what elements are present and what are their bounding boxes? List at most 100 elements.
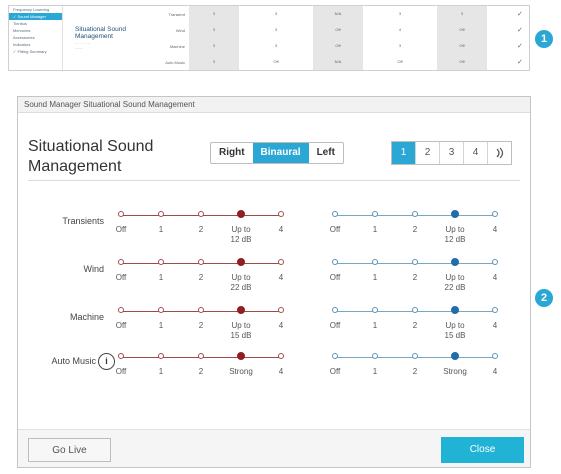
slider-stop: [412, 353, 418, 359]
overview-cell: 3: [398, 11, 402, 16]
slider-left-ear-machine[interactable]: Off 1 2 Up to 15 dB 4: [327, 306, 503, 347]
slider-left-ear-transients[interactable]: Off 1 2 Up to 12 dB 4: [327, 210, 503, 251]
overview-nav-item[interactable]: ✓ Sound Manager: [9, 13, 62, 20]
slider-tick-label: 1: [372, 321, 378, 330]
slider-tick-label: 4: [278, 273, 284, 282]
checkmark-icon[interactable]: ✓: [517, 42, 523, 50]
slider-thumb[interactable]: [237, 306, 245, 314]
slider-stop: [412, 307, 418, 313]
streaming-icon[interactable]: [488, 142, 511, 164]
overview-cell: Off: [313, 22, 363, 38]
slider-tick-label: Off: [115, 273, 127, 282]
checkmark-icon[interactable]: ✓: [517, 10, 523, 18]
overview-cell: Off: [437, 22, 487, 38]
step-badge-1: 1: [535, 30, 553, 48]
ear-option-left[interactable]: Left: [309, 143, 343, 163]
slider-tick-label: 1: [158, 321, 164, 330]
overview-cell: Off: [313, 38, 363, 54]
overview-nav-item[interactable]: Accessories: [9, 34, 62, 41]
slider-tick-label: Off: [115, 321, 127, 330]
slider-thumb[interactable]: [451, 352, 459, 360]
overview-nav-item[interactable]: Indicators: [9, 41, 62, 48]
slider-stop: [372, 211, 378, 217]
slider-stop: [198, 307, 204, 313]
program-tab-4[interactable]: 4: [464, 142, 488, 164]
slider-row-label: Wind: [83, 264, 104, 274]
overview-nav-item[interactable]: ✓ Fitting Summary: [9, 48, 62, 55]
overview-row-label: Machine: [169, 44, 185, 49]
overview-cell: N/A: [313, 54, 363, 70]
slider-stop: [118, 211, 124, 217]
slider-left-ear-auto-music[interactable]: Off 1 2 Strong 4: [327, 352, 503, 393]
checkmark-icon[interactable]: ✓: [517, 58, 523, 66]
slider-stop: [278, 353, 284, 359]
slider-tick-label: 2: [198, 273, 204, 282]
overview-cell: 3: [189, 22, 239, 38]
overview-grid: Transient 3 3 N/A 3 3 ✓ Wind 3 3 Off 4 Off ✓ Machine 3 3…: [153, 6, 529, 70]
slider-tick-label: 1: [372, 273, 378, 282]
slider-tick-label: 2: [412, 273, 418, 282]
overview-nav: Frequency Lowering ✓ Sound Manager Tinnitu…: [9, 6, 63, 70]
program-tab-1[interactable]: 1: [392, 142, 416, 164]
slider-tick-label: Up to 22 dB: [230, 273, 252, 292]
slider-stop: [158, 307, 164, 313]
slider-tick-label: 4: [278, 225, 284, 234]
slider-tick-label: 1: [158, 367, 164, 376]
slider-stop: [372, 259, 378, 265]
slider-row-label: Auto Music: [51, 356, 96, 366]
slider-thumb[interactable]: [237, 258, 245, 266]
overview-cell: 3: [274, 27, 278, 32]
page-title-line2: Management: [28, 158, 122, 175]
slider-tick-label: 1: [372, 367, 378, 376]
slider-tick-label: 2: [412, 225, 418, 234]
overview-nav-item[interactable]: Frequency Lowering: [9, 6, 62, 13]
overview-row: Auto Music 3 Off N/A Off Off ✓: [153, 54, 529, 70]
close-button[interactable]: Close: [441, 437, 524, 463]
ear-option-binaural[interactable]: Binaural: [252, 143, 309, 163]
slider-tick-label: 4: [278, 321, 284, 330]
slider-right-ear-auto-music[interactable]: Off 1 2 Strong 4: [113, 352, 289, 393]
slider-left-ear-wind[interactable]: Off 1 2 Up to 22 dB 4: [327, 258, 503, 299]
overview-nav-item[interactable]: Tinnitus: [9, 20, 62, 27]
program-tab-2[interactable]: 2: [416, 142, 440, 164]
slider-right-ear-machine[interactable]: Off 1 2 Up to 15 dB 4: [113, 306, 289, 347]
overview-section: Situational Sound Management ·· ·· ·· ··…: [75, 26, 155, 50]
overview-cell: 3: [274, 43, 278, 48]
slider-tick-label: 4: [492, 273, 498, 282]
slider-thumb[interactable]: [451, 210, 459, 218]
slider-stop: [158, 211, 164, 217]
slider-thumb[interactable]: [451, 306, 459, 314]
slider-thumb[interactable]: [237, 210, 245, 218]
slider-tick-label: Up to 15 dB: [444, 321, 466, 340]
overview-cell: 3: [189, 6, 239, 22]
overview-row-label: Auto Music: [165, 60, 185, 65]
slider-stop: [332, 211, 338, 217]
ear-option-right[interactable]: Right: [211, 143, 253, 163]
slider-tick-label: Off: [329, 273, 341, 282]
slider-row-machine: Machine Off 1 2 Up to 15 dB 4 Off 1 2 Up to 15 dB…: [18, 306, 532, 347]
overview-cell: N/A: [313, 6, 363, 22]
slider-thumb[interactable]: [451, 258, 459, 266]
overview-nav-item[interactable]: Memories: [9, 27, 62, 34]
slider-stop: [198, 211, 204, 217]
slider-right-ear-wind[interactable]: Off 1 2 Up to 22 dB 4: [113, 258, 289, 299]
slider-stop: [332, 259, 338, 265]
page-title-line1: Situational Sound: [28, 138, 154, 155]
slider-tick-label: 4: [492, 321, 498, 330]
slider-tick-label: Up to 12 dB: [230, 225, 252, 244]
slider-row-label: Transients: [62, 216, 104, 226]
slider-thumb[interactable]: [237, 352, 245, 360]
slider-tick-label: Off: [329, 367, 341, 376]
overview-cell: 4: [398, 27, 402, 32]
dialog-title-bar: Sound Manager Situational Sound Manageme…: [18, 97, 530, 113]
divider: [28, 180, 520, 181]
program-tab-3[interactable]: 3: [440, 142, 464, 164]
page-title: Situational Sound Management: [28, 137, 153, 177]
go-live-button[interactable]: Go Live: [28, 438, 111, 462]
overview-section-link[interactable]: ........: [75, 46, 155, 50]
slider-right-ear-transients[interactable]: Off 1 2 Up to 12 dB 4: [113, 210, 289, 251]
checkmark-icon[interactable]: ✓: [517, 26, 523, 34]
slider-tick-label: 1: [158, 273, 164, 282]
slider-tick-label: 2: [198, 225, 204, 234]
slider-tick-label: 2: [412, 321, 418, 330]
